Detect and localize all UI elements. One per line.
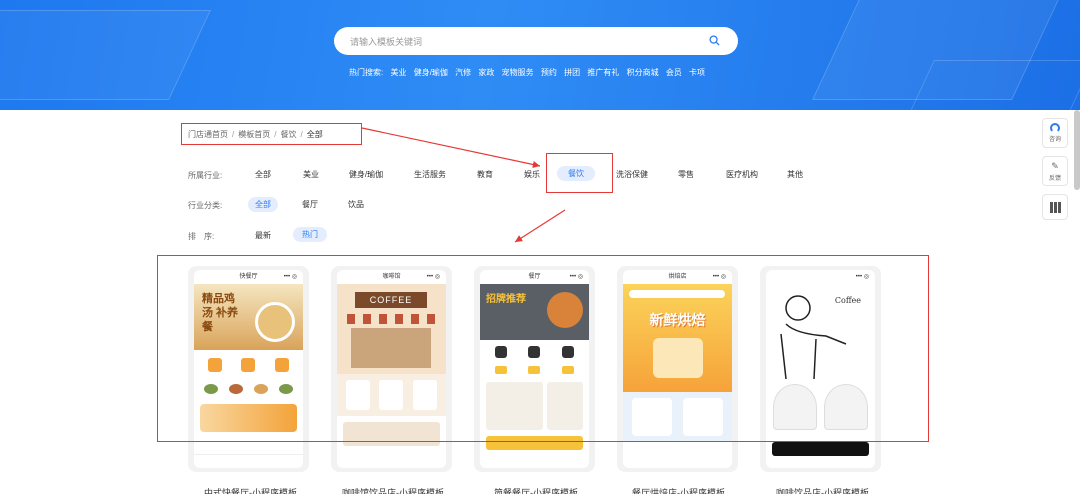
consult-button[interactable]: 咨询 — [1042, 118, 1068, 148]
sort-popular[interactable]: 热门 — [293, 227, 327, 242]
filter-industry-bath[interactable]: 洗浴保健 — [612, 167, 652, 182]
pencil-icon: ✎ — [1051, 161, 1059, 171]
industry-label: 所属行业: — [188, 171, 223, 180]
card-title[interactable]: 咖啡饮品店-小程序模板 — [776, 486, 869, 494]
sort-label: 排 序: — [188, 232, 215, 241]
filter-industry-medical[interactable]: 医疗机构 — [722, 167, 762, 182]
sort-latest[interactable]: 最新 — [250, 228, 276, 243]
filter-industry-retail[interactable]: 零售 — [673, 167, 699, 182]
filter-industry-education[interactable]: 教育 — [472, 167, 498, 182]
qrcode-button[interactable] — [1042, 194, 1068, 220]
feedback-label: 反馈 — [1048, 176, 1061, 182]
card-title[interactable]: 咖啡馆饮品店-小程序模板 — [342, 486, 444, 494]
card-title[interactable]: 餐厅烘焙店-小程序模板 — [632, 486, 725, 494]
qrcode-icon — [1049, 202, 1061, 213]
filter-industry-entertainment[interactable]: 娱乐 — [519, 167, 545, 182]
consult-label: 咨询 — [1048, 137, 1061, 143]
feedback-button[interactable]: ✎ 反馈 — [1042, 156, 1068, 186]
scrollbar[interactable] — [1074, 110, 1080, 190]
headset-icon — [1050, 123, 1060, 133]
filter-industry-life[interactable]: 生活服务 — [410, 167, 450, 182]
annotation-box-catering — [546, 153, 613, 193]
filter-industry-fitness[interactable]: 健身/瑜伽 — [343, 167, 389, 182]
filter-category-restaurant[interactable]: 餐厅 — [297, 197, 323, 212]
filter-category-drinks[interactable]: 饮品 — [343, 197, 369, 212]
filter-industry-other[interactable]: 其他 — [782, 167, 808, 182]
filter-industry-all[interactable]: 全部 — [250, 167, 276, 182]
filter-industry-beauty[interactable]: 美业 — [298, 167, 324, 182]
annotation-box-templates — [157, 255, 929, 442]
card-title[interactable]: 中式快餐厅-小程序模板 — [204, 486, 297, 494]
category-label: 行业分类: — [188, 201, 223, 210]
filter-category-all[interactable]: 全部 — [248, 197, 278, 212]
card-title[interactable]: 简餐餐厅-小程序模板 — [494, 486, 578, 494]
